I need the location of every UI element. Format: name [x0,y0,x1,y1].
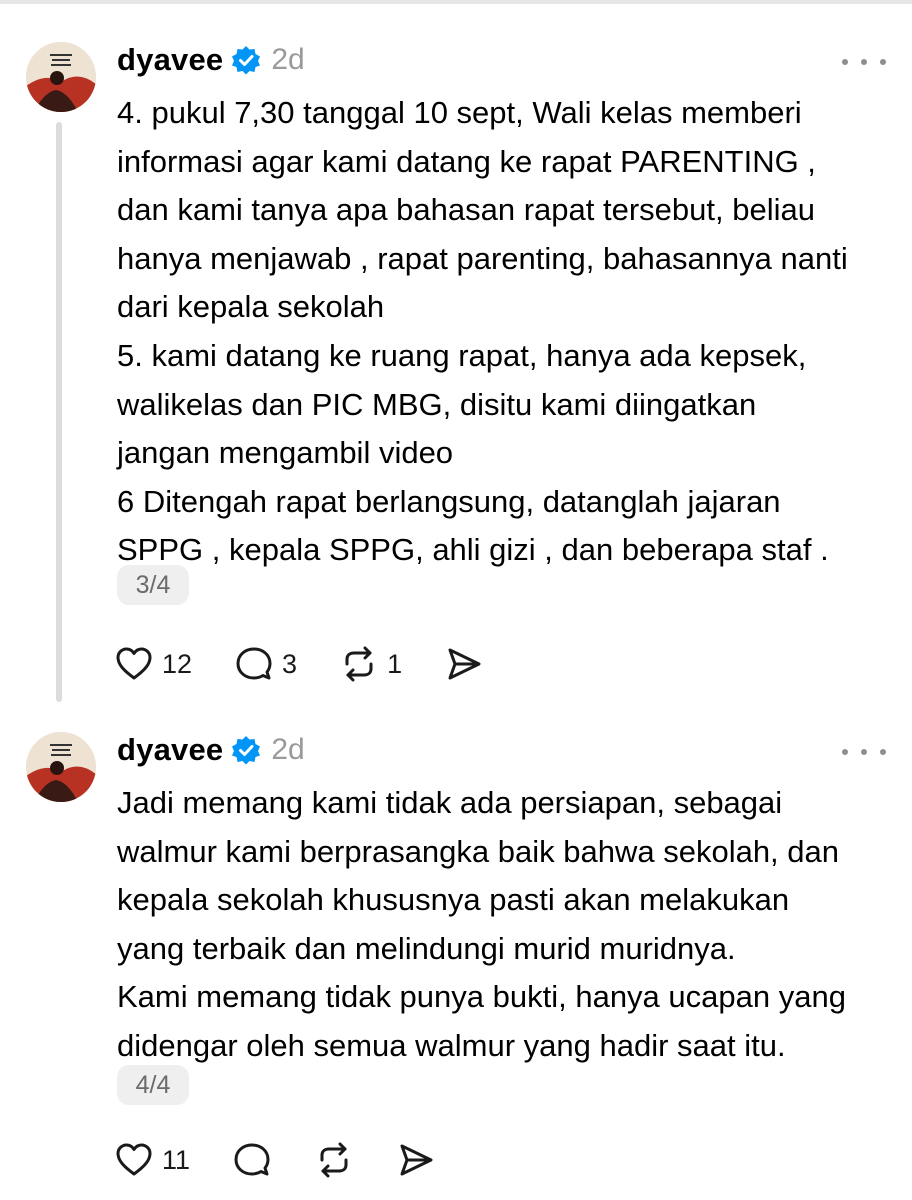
post-text-line: Jadi memang kami tidak ada persiapan, se… [117,785,783,820]
comment-icon [236,647,272,680]
comment-icon [234,1143,270,1176]
post-time: 2d [271,733,305,766]
verified-badge-icon [231,735,261,765]
verified-badge-icon [231,45,261,75]
like-count: 12 [162,648,193,679]
reply-button[interactable] [232,1140,272,1180]
post-text-line: 4. pukul 7,30 tanggal 10 sept, Wali kela… [117,95,802,130]
post-actions: 11 [114,1138,478,1182]
more-options-icon[interactable] [842,52,886,72]
post-text-line: didengar oleh semua walmur yang hadir sa… [117,1027,786,1063]
post-text-line: 5. kami datang ke ruang rapat, hanya ada… [117,337,807,373]
post-actions: 12 3 1 [114,642,526,686]
post-text-line: 6 Ditengah rapat berlangsung, datanglah … [117,483,781,519]
thread-post: dyavee 2d 4. pukul 7,30 tanggal 10 sept,… [0,30,912,710]
post-header: dyavee 2d [117,38,305,82]
send-icon [400,1144,433,1176]
heart-icon [116,1143,152,1176]
post-text-line: walmur kami berprasangka baik bahwa seko… [117,833,840,869]
post-header: dyavee 2d [117,728,305,772]
username[interactable]: dyavee [117,732,223,768]
more-options-icon[interactable] [842,742,886,762]
thread-connector-line [56,122,62,702]
post-text-line: SPPG , kepala SPPG, ahli gizi , dan bebe… [117,532,829,568]
heart-icon [116,647,152,680]
like-button[interactable]: 11 [114,1140,190,1180]
repost-icon [345,646,373,682]
post-text-line: walikelas dan PIC MBG, disitu kami diing… [117,386,757,422]
post-text-line: dari kepala sekolah [117,289,385,325]
repost-icon [320,1142,348,1178]
post-text: 4. pukul 7,30 tanggal 10 sept, Wali kela… [117,89,897,575]
share-button[interactable] [444,644,484,684]
repost-button[interactable]: 1 [339,644,402,684]
avatar[interactable] [26,42,96,112]
post-text-line: kepala sekolah khususnya pasti akan mela… [117,882,790,918]
thread-page-indicator: 3/4 [117,565,189,605]
share-button[interactable] [396,1140,436,1180]
thread-page-indicator: 4/4 [117,1065,189,1105]
post-text-line: yang terbaik dan melindungi murid muridn… [117,930,736,966]
post-text-line: dan kami tanya apa bahasan rapat tersebu… [117,192,815,228]
username[interactable]: dyavee [117,42,223,78]
send-icon [448,648,481,680]
post-text-line: jangan mengambil video [117,435,454,471]
top-divider [0,0,912,4]
avatar[interactable] [26,732,96,802]
post-text-line: hanya menjawab , rapat parenting, bahasa… [117,240,848,276]
post-text-line: Kami memang tidak punya bukti, hanya uca… [117,979,846,1015]
reply-count: 3 [282,648,298,679]
repost-button[interactable] [314,1140,354,1180]
like-button[interactable]: 12 [114,644,192,684]
post-text: Jadi memang kami tidak ada persiapan, se… [117,779,897,1071]
post-time: 2d [271,43,305,76]
reply-button[interactable]: 3 [234,644,297,684]
thread-post: dyavee 2d Jadi memang kami tidak ada per… [0,720,912,1200]
repost-count: 1 [387,648,403,679]
like-count: 11 [162,1144,191,1175]
post-text-line: informasi agar kami datang ke rapat PARE… [117,143,816,179]
